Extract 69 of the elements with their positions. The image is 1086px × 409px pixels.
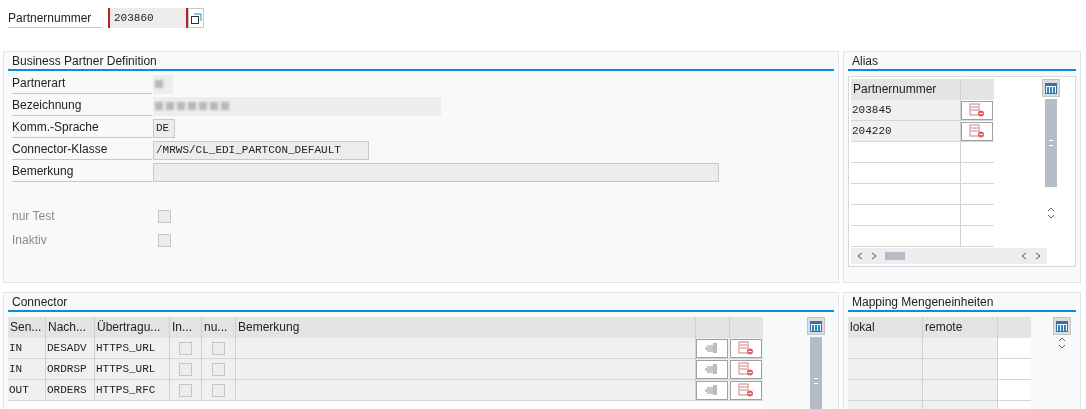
field-label: Connector-Klasse [12, 140, 152, 160]
value-help-icon[interactable] [188, 8, 204, 28]
table-cell: OUT [8, 380, 46, 400]
table-cell: DESADV [46, 338, 95, 358]
connect-button[interactable] [696, 359, 728, 379]
checkbox[interactable] [179, 341, 192, 355]
scroll-right-icon[interactable] [871, 252, 877, 260]
text-field[interactable]: /MRWS/CL_EDI_PARTCON_DEFAULT [153, 140, 369, 160]
checkbox[interactable] [179, 362, 192, 376]
checkbox-label: nur Test [12, 208, 56, 225]
table-cell: HTTPS_RFC [95, 380, 170, 400]
table-row[interactable]: IN ORDRSP HTTPS_URL [8, 359, 763, 380]
connect-button[interactable] [696, 338, 728, 358]
plug-icon [705, 362, 719, 376]
table-cell: ORDRSP [46, 359, 95, 379]
column-settings-icon[interactable] [807, 317, 825, 335]
text-field[interactable]: DE [153, 118, 175, 138]
table-row[interactable]: IN DESADV HTTPS_URL [8, 338, 763, 359]
panel-title: Business Partner Definition [8, 53, 834, 71]
field-label: Komm.-Sprache [12, 118, 152, 138]
table-cell: IN [8, 359, 46, 379]
text-field[interactable] [153, 162, 719, 182]
scroll-down-icon[interactable] [1058, 344, 1066, 349]
delete-row-button[interactable] [730, 359, 762, 379]
connect-button[interactable] [696, 380, 728, 400]
delete-row-icon [738, 341, 754, 355]
table-cell: 203845 [851, 100, 961, 120]
scroll-up-icon[interactable] [1047, 207, 1055, 212]
table-cell: IN [8, 338, 46, 358]
field-label: Partnernummer [8, 8, 102, 28]
scrollbar-thumb[interactable] [885, 252, 905, 260]
table-cell: ORDERS [46, 380, 95, 400]
plug-icon [705, 341, 719, 355]
checkbox-label: Inaktiv [12, 232, 48, 249]
field-label: Partnerart [12, 74, 152, 94]
scroll-left-icon[interactable] [857, 252, 863, 260]
partner-number-field[interactable]: 203860 [108, 8, 188, 28]
table-cell: HTTPS_URL [95, 338, 170, 358]
checkbox[interactable] [212, 362, 225, 376]
scroll-right-icon[interactable] [1035, 252, 1041, 260]
plug-icon [705, 383, 719, 397]
redacted-value [153, 74, 173, 94]
panel-title: Alias [848, 53, 1076, 71]
scrollbar-thumb[interactable] [810, 337, 822, 409]
delete-row-button[interactable] [730, 380, 762, 400]
scrollbar-thumb[interactable] [1045, 99, 1057, 187]
field-label: Bemerkung [12, 162, 152, 182]
checkbox[interactable] [212, 341, 225, 355]
panel-title: Connector [8, 294, 834, 312]
field-label: Bezeichnung [12, 96, 152, 116]
delete-row-icon [969, 103, 985, 117]
scroll-down-icon[interactable] [1047, 214, 1055, 219]
delete-row-icon [969, 124, 985, 138]
checkbox[interactable] [212, 383, 225, 397]
table-cell: 204220 [851, 121, 961, 141]
table-cell: HTTPS_URL [95, 359, 170, 379]
delete-row-button[interactable] [730, 338, 762, 358]
scroll-up-icon[interactable] [1058, 337, 1066, 342]
scroll-left-icon[interactable] [1021, 252, 1027, 260]
horizontal-scrollbar[interactable] [851, 248, 1047, 264]
column-settings-icon[interactable] [1053, 317, 1071, 335]
delete-row-icon [738, 362, 754, 376]
column-settings-icon[interactable] [1042, 79, 1060, 97]
delete-row-button[interactable] [961, 100, 993, 120]
delete-row-button[interactable] [961, 121, 993, 141]
checkbox[interactable] [179, 383, 192, 397]
delete-row-icon [738, 383, 754, 397]
panel-title: Mapping Mengeneinheiten [848, 294, 1076, 312]
table-row[interactable]: OUT ORDERS HTTPS_RFC [8, 380, 763, 401]
